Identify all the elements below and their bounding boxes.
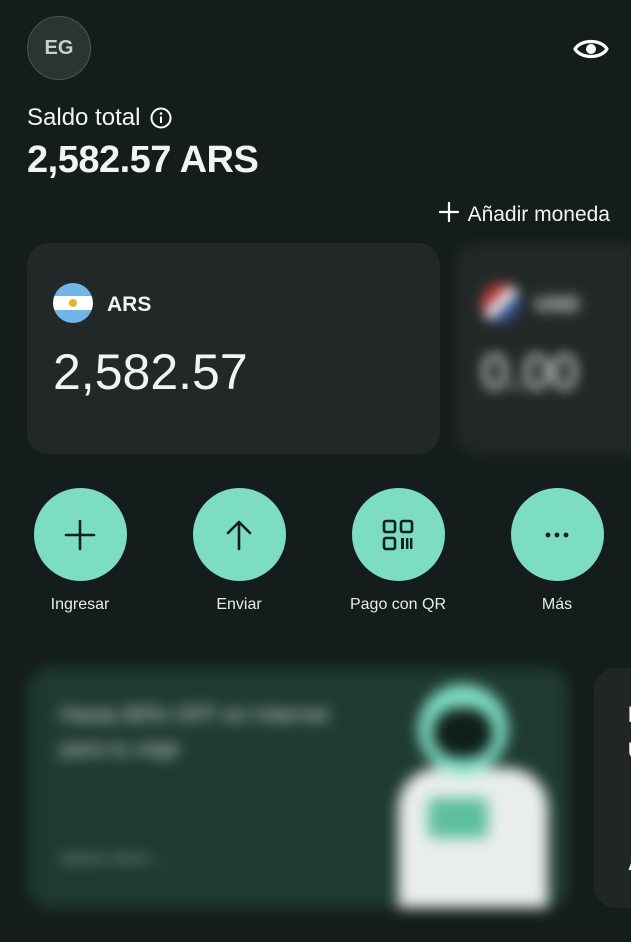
action-ingresar[interactable]: Ingresar <box>20 488 140 614</box>
promo-banner[interactable]: Hasta 80% OFF en Internet para tu viaje … <box>28 668 569 908</box>
action-label: Enviar <box>216 596 262 613</box>
eye-icon[interactable] <box>572 30 610 68</box>
promo-text: Hasta 80% OFF en Internet para tu viaje <box>60 702 330 761</box>
add-currency-label: Añadir moneda <box>467 203 610 226</box>
enviar-button[interactable] <box>192 488 286 581</box>
balance-label-row: Saldo total <box>27 104 172 132</box>
ingresar-button[interactable] <box>33 488 127 581</box>
astronaut-chest <box>428 798 488 838</box>
mas-button[interactable] <box>510 488 604 581</box>
balance-label: Saldo total <box>27 104 141 131</box>
promo-link[interactable]: Aplicar ahora → <box>60 850 168 867</box>
account-amount: 2,582.57 <box>53 344 248 400</box>
account-card-usd[interactable]: USD 0.00 <box>455 243 631 454</box>
action-pago-qr[interactable]: Pago con QR <box>338 488 458 614</box>
promo-banner-secondary[interactable]: I U A <box>594 668 631 908</box>
astronaut-illustration <box>398 768 548 908</box>
account-currency: USD <box>535 293 580 316</box>
arrow-up-icon <box>226 520 252 550</box>
more-dots-icon <box>545 532 569 537</box>
avatar[interactable]: EG <box>27 16 91 80</box>
add-currency-button[interactable]: Añadir moneda <box>438 201 610 229</box>
action-mas[interactable]: Más <box>497 488 617 614</box>
account-amount: 0.00 <box>481 344 579 400</box>
argentina-flag-icon <box>53 283 93 323</box>
account-currency: ARS <box>107 293 152 316</box>
astronaut-visor <box>433 708 493 758</box>
action-label: Pago con QR <box>349 596 447 613</box>
action-enviar[interactable]: Enviar <box>179 488 299 614</box>
plus-icon <box>64 519 96 550</box>
action-label: Más <box>541 596 573 613</box>
total-balance: 2,582.57 ARS <box>27 139 259 181</box>
plus-icon <box>438 201 460 229</box>
pago-qr-button[interactable] <box>351 488 445 581</box>
action-label: Ingresar <box>50 596 110 613</box>
account-card-ars[interactable]: ARS 2,582.57 <box>27 243 440 454</box>
qr-code-icon <box>382 519 414 550</box>
info-icon[interactable] <box>150 107 172 129</box>
usa-flag-icon <box>481 283 521 323</box>
